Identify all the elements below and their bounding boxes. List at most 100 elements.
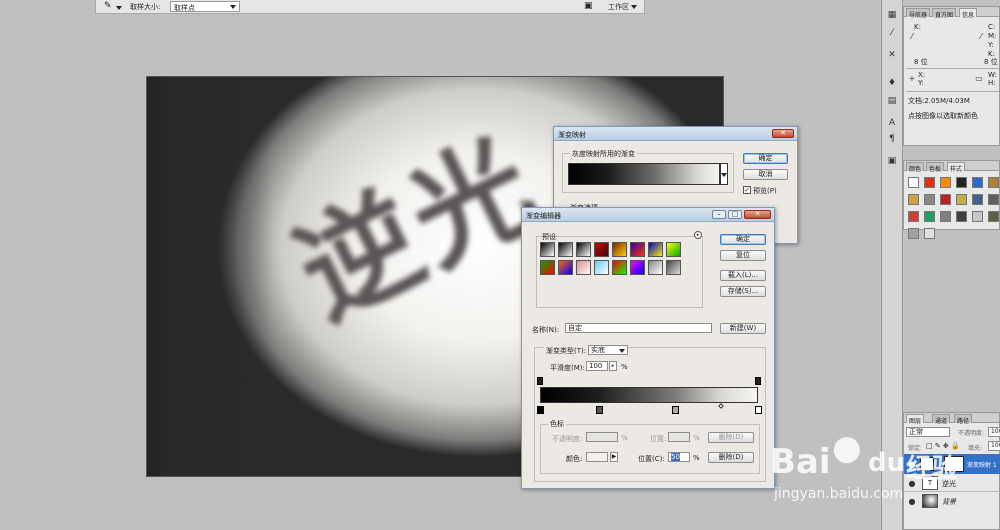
gradient-bar[interactable]	[540, 387, 758, 403]
opacity-stop[interactable]	[755, 377, 761, 385]
reset-button[interactable]: 复位	[720, 250, 766, 261]
preset-swatch[interactable]	[666, 260, 681, 275]
smoothness-input[interactable]: 100	[586, 361, 608, 371]
tool-preset-dropdown[interactable]	[116, 4, 122, 12]
preset-swatch[interactable]	[648, 242, 663, 257]
color-stop[interactable]	[672, 406, 680, 414]
brush-icon[interactable]: ♦	[885, 76, 899, 90]
tab-layers[interactable]: 图层	[906, 414, 925, 425]
info-panel: 导航器 直方图 信息 K: ⁄ C: M: ⁄ Y: K: 8 位 8 位 + …	[903, 6, 1000, 146]
opacity-unit: %	[621, 434, 628, 442]
tab-navigator[interactable]: 导航器	[906, 8, 931, 19]
style-swatch[interactable]	[972, 194, 983, 205]
eyedropper-tool-icon[interactable]: ✎	[104, 1, 112, 11]
color-stop-track[interactable]	[536, 403, 762, 416]
style-swatch[interactable]	[908, 177, 919, 188]
opacity-stop[interactable]	[537, 377, 543, 385]
tab-swatches[interactable]: 色板	[926, 162, 945, 173]
maximize-button[interactable]: □	[728, 210, 742, 219]
preset-swatch[interactable]	[576, 260, 591, 275]
paragraph-icon[interactable]: ¶	[885, 132, 899, 146]
preset-swatch[interactable]	[630, 260, 645, 275]
style-swatch[interactable]	[940, 211, 951, 222]
color-stop[interactable]	[537, 406, 544, 414]
opacity-stop-track[interactable]	[536, 376, 761, 386]
preset-swatch[interactable]	[540, 242, 555, 257]
tab-histogram[interactable]: 直方图	[932, 8, 957, 19]
style-swatch[interactable]	[924, 211, 935, 222]
layer-comps-icon[interactable]: ▣	[885, 154, 899, 168]
tab-color[interactable]: 颜色	[906, 162, 925, 173]
palette-well-icon[interactable]: ▣	[584, 1, 593, 11]
new-gradient-button[interactable]: 新建(W)	[720, 323, 766, 334]
character-icon[interactable]: A	[885, 116, 899, 130]
ok-button[interactable]: 确定	[743, 153, 788, 164]
smoothness-stepper[interactable]: ▸	[609, 361, 617, 371]
ok-button[interactable]: 确定	[720, 234, 766, 245]
delete-color-stop-button[interactable]: 删除(D)	[708, 452, 754, 463]
style-swatch[interactable]	[940, 177, 951, 188]
clone-icon[interactable]: ▤	[885, 94, 899, 108]
sample-size-select[interactable]: 取样点	[170, 1, 240, 12]
gradient-editor-titlebar[interactable]: 渐变编辑器 – □ ✕	[522, 208, 774, 222]
tab-styles[interactable]: 样式	[947, 162, 966, 173]
style-swatch[interactable]	[908, 194, 919, 205]
style-swatch[interactable]	[908, 228, 919, 239]
tab-channels[interactable]: 通道	[932, 414, 951, 425]
style-swatch[interactable]	[988, 194, 999, 205]
tab-paths[interactable]: 路径	[954, 414, 973, 425]
style-swatch[interactable]	[972, 211, 983, 222]
color-stop[interactable]	[755, 406, 762, 414]
close-button[interactable]: ✕	[772, 129, 794, 138]
color-picker-arrow-icon[interactable]: ▶	[610, 452, 618, 462]
cancel-button[interactable]: 取消	[743, 169, 788, 180]
minimize-button[interactable]: –	[712, 210, 726, 219]
gradient-map-preview[interactable]	[568, 163, 720, 185]
style-swatch[interactable]	[924, 228, 935, 239]
style-swatch[interactable]	[956, 211, 967, 222]
load-button[interactable]: 载入(L)...	[720, 270, 766, 281]
style-swatch[interactable]	[972, 177, 983, 188]
style-swatch[interactable]	[908, 211, 919, 222]
preset-swatch[interactable]	[540, 260, 555, 275]
save-button[interactable]: 存储(S)...	[720, 286, 766, 297]
sample-size-value: 取样点	[174, 4, 195, 12]
preset-swatch[interactable]	[594, 242, 609, 257]
style-swatch[interactable]	[924, 177, 935, 188]
crosshair-icon: +	[908, 73, 916, 83]
tab-info[interactable]: 信息	[959, 8, 978, 19]
style-swatch[interactable]	[988, 211, 999, 222]
name-input[interactable]: 自定	[565, 323, 712, 333]
midpoint-diamond[interactable]	[718, 403, 724, 409]
style-swatch[interactable]	[956, 177, 967, 188]
color-stop[interactable]	[595, 406, 603, 414]
stop-color-swatch[interactable]	[586, 452, 608, 462]
gradient-dropdown[interactable]	[720, 163, 728, 185]
style-swatch[interactable]	[924, 194, 935, 205]
preset-swatch[interactable]	[612, 260, 627, 275]
eyedropper-icon[interactable]: ⁄	[885, 26, 899, 40]
preset-swatch[interactable]	[558, 260, 573, 275]
gradient-map-titlebar[interactable]: 渐变映射 ✕	[554, 127, 797, 141]
workspace-menu[interactable]: 工作区	[608, 2, 638, 12]
close-button[interactable]: ✕	[744, 210, 771, 219]
preset-swatch[interactable]	[594, 260, 609, 275]
style-swatch[interactable]	[956, 194, 967, 205]
tools-icon[interactable]: ✕	[885, 48, 899, 62]
preset-swatch[interactable]	[558, 242, 573, 257]
preset-swatch[interactable]	[648, 260, 663, 275]
preset-swatch[interactable]	[666, 242, 681, 257]
info-c-label: C:	[988, 23, 996, 31]
chevron-down-icon	[721, 173, 727, 177]
paw-logo-icon: ●	[832, 428, 862, 468]
location-c-input[interactable]: 50	[668, 452, 690, 462]
preset-swatch[interactable]	[612, 242, 627, 257]
presets-menu-icon[interactable]: ▸	[694, 231, 702, 239]
style-swatch[interactable]	[940, 194, 951, 205]
gradient-type-select[interactable]: 实底	[588, 345, 628, 355]
preset-swatch[interactable]	[630, 242, 645, 257]
style-swatch[interactable]	[988, 177, 999, 188]
preview-checkbox[interactable]: ✓	[743, 186, 751, 194]
preset-swatch[interactable]	[576, 242, 591, 257]
navigator-icon[interactable]: ▦	[885, 8, 899, 22]
